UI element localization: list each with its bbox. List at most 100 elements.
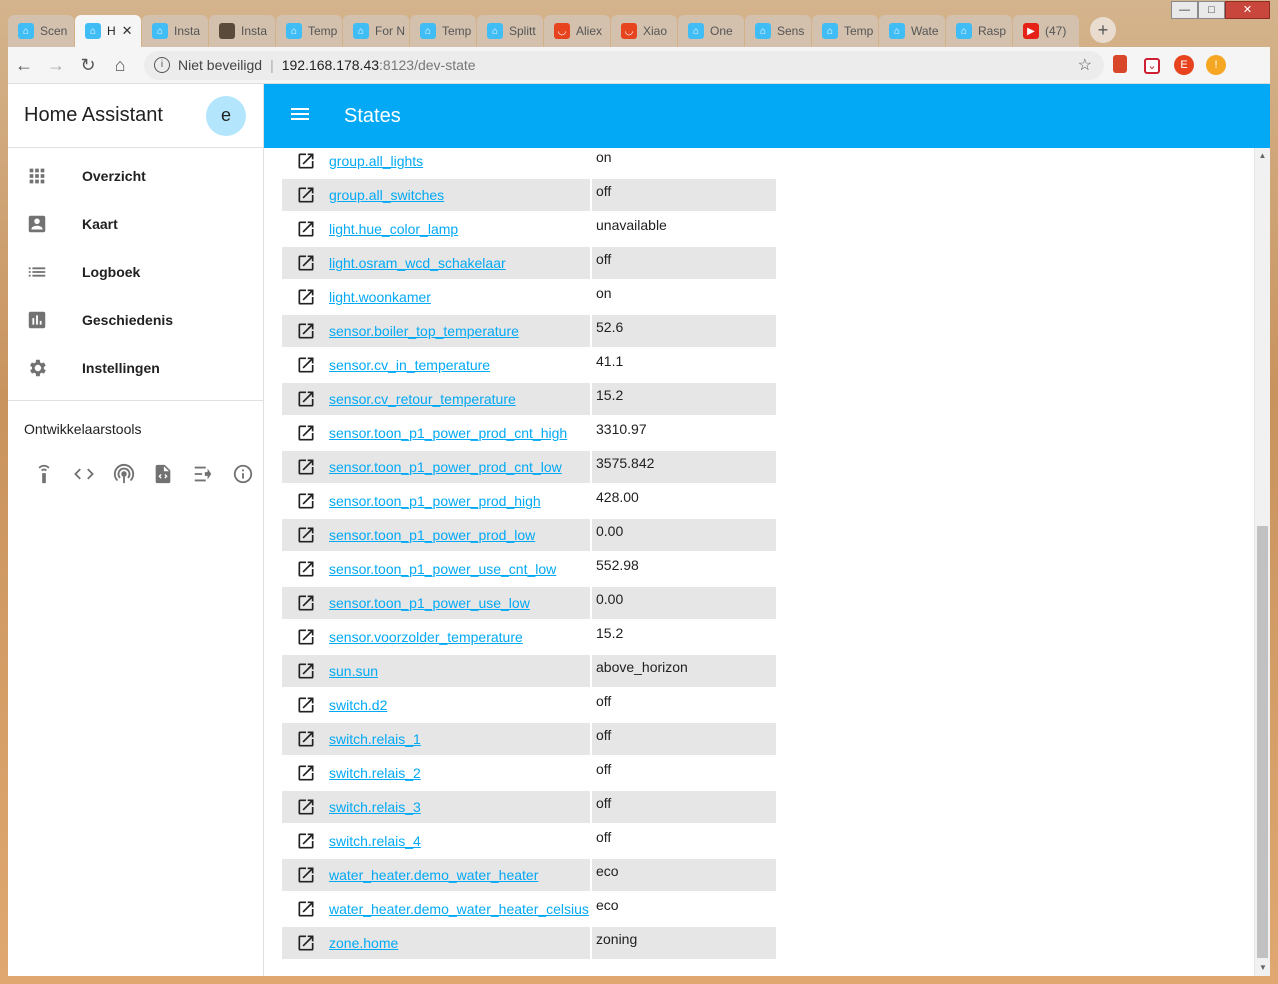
new-tab-button[interactable]: + (1090, 17, 1116, 43)
sidebar-item-instellingen[interactable]: Instellingen (8, 344, 263, 392)
code-icon[interactable] (64, 459, 104, 489)
entity-link[interactable]: water_heater.demo_water_heater (329, 867, 538, 883)
open-in-new-icon[interactable] (296, 525, 329, 545)
entity-link[interactable]: switch.relais_3 (329, 799, 421, 815)
extension-pocket-icon[interactable]: ⌄ (1136, 56, 1168, 74)
open-in-new-icon[interactable] (296, 219, 329, 239)
file-code-icon[interactable] (143, 459, 183, 489)
extension-office-icon[interactable] (1104, 54, 1136, 76)
open-in-new-icon[interactable] (296, 729, 329, 749)
entity-link[interactable]: sensor.boiler_top_temperature (329, 323, 519, 339)
open-in-new-icon[interactable] (296, 899, 329, 919)
browser-tab[interactable]: ◡ Aliex (544, 15, 610, 47)
browser-tab[interactable]: ⌂ Sens (745, 15, 811, 47)
open-in-new-icon[interactable] (296, 593, 329, 613)
mqtt-icon[interactable] (104, 459, 144, 489)
open-in-new-icon[interactable] (296, 491, 329, 511)
entity-link[interactable]: switch.relais_4 (329, 833, 421, 849)
bookmark-star-icon[interactable]: ☆ (1078, 55, 1092, 75)
forward-icon[interactable]: → (40, 55, 72, 76)
browser-tab[interactable]: ⌂ Insta (142, 15, 208, 47)
entity-cell: switch.relais_2 (282, 757, 590, 789)
entity-link[interactable]: sun.sun (329, 663, 378, 679)
open-in-new-icon[interactable] (296, 457, 329, 477)
entity-link[interactable]: switch.relais_2 (329, 765, 421, 781)
sidebar-item-kaart[interactable]: Kaart (8, 200, 263, 248)
entity-link[interactable]: sensor.toon_p1_power_prod_low (329, 527, 535, 543)
open-in-new-icon[interactable] (296, 695, 329, 715)
menu-icon[interactable] (288, 102, 312, 131)
entity-link[interactable]: light.woonkamer (329, 289, 431, 305)
remote-icon[interactable] (24, 459, 64, 489)
scroll-up-icon[interactable]: ▲ (1255, 148, 1270, 164)
reload-icon[interactable]: ↻ (72, 55, 104, 76)
browser-tab[interactable]: ◡ Xiao (611, 15, 677, 47)
update-warning-icon[interactable]: ! (1200, 55, 1232, 75)
avatar[interactable]: e (206, 95, 246, 136)
browser-tab[interactable]: ⌂ Wate (879, 15, 945, 47)
open-in-new-icon[interactable] (296, 831, 329, 851)
scroll-down-icon[interactable]: ▼ (1255, 960, 1271, 976)
scrollbar[interactable]: ▲ ▼ (1254, 148, 1270, 976)
info-icon[interactable]: i (154, 57, 170, 73)
entity-link[interactable]: sensor.cv_retour_temperature (329, 391, 516, 407)
browser-tab[interactable]: ⌂ Temp (276, 15, 342, 47)
entity-cell: water_heater.demo_water_heater_celsius (282, 893, 590, 925)
entity-cell: sensor.cv_retour_temperature (282, 383, 590, 415)
entity-link[interactable]: sensor.toon_p1_power_prod_high (329, 493, 541, 509)
entity-link[interactable]: water_heater.demo_water_heater_celsius (329, 901, 589, 917)
browser-tab[interactable]: ⌂ Splitt (477, 15, 543, 47)
open-in-new-icon[interactable] (296, 185, 329, 205)
browser-tab[interactable]: ⌂ Temp (812, 15, 878, 47)
browser-tab[interactable]: ⌂ Temp (410, 15, 476, 47)
browser-tab[interactable]: Insta (209, 15, 275, 47)
info-icon[interactable] (223, 459, 263, 489)
browser-tab[interactable]: ⌂ Scen (8, 15, 74, 47)
browser-tab[interactable]: ⌂ For N (343, 15, 409, 47)
entity-link[interactable]: sensor.cv_in_temperature (329, 357, 490, 373)
entity-link[interactable]: sensor.toon_p1_power_use_cnt_low (329, 561, 556, 577)
open-in-new-icon[interactable] (296, 559, 329, 579)
home-assistant-icon: ⌂ (956, 23, 972, 39)
home-icon[interactable]: ⌂ (104, 55, 136, 76)
entity-link[interactable]: light.hue_color_lamp (329, 221, 458, 237)
open-in-new-icon[interactable] (296, 253, 329, 273)
open-in-new-icon[interactable] (296, 627, 329, 647)
entity-link[interactable]: group.all_lights (329, 153, 423, 169)
table-row: sensor.voorzolder_temperature 15.2 (282, 621, 776, 655)
entity-link[interactable]: sensor.toon_p1_power_use_low (329, 595, 530, 611)
sidebar-item-overzicht[interactable]: Overzicht (8, 152, 263, 200)
browser-tab[interactable]: ▶ (47) (1013, 15, 1079, 47)
browser-tab[interactable]: ⌂ Rasp (946, 15, 1012, 47)
address-bar[interactable]: i Niet beveiligd | 192.168.178.43 :8123/… (144, 50, 1104, 80)
scroll-thumb[interactable] (1257, 526, 1268, 958)
open-in-new-icon[interactable] (296, 763, 329, 783)
browser-tab[interactable]: ⌂ One (678, 15, 744, 47)
logs-icon[interactable] (183, 459, 223, 489)
browser-tab[interactable]: ⌂ H ✕ (75, 15, 141, 47)
open-in-new-icon[interactable] (296, 933, 329, 953)
open-in-new-icon[interactable] (296, 865, 329, 885)
open-in-new-icon[interactable] (296, 661, 329, 681)
sidebar-item-logboek[interactable]: Logboek (8, 248, 263, 296)
entity-link[interactable]: switch.relais_1 (329, 731, 421, 747)
open-in-new-icon[interactable] (296, 389, 329, 409)
open-in-new-icon[interactable] (296, 797, 329, 817)
open-in-new-icon[interactable] (296, 423, 329, 443)
close-tab-icon[interactable]: ✕ (122, 23, 133, 39)
open-in-new-icon[interactable] (296, 287, 329, 307)
open-in-new-icon[interactable] (296, 151, 329, 171)
sidebar-item-geschiedenis[interactable]: Geschiedenis (8, 296, 263, 344)
entity-link[interactable]: sensor.voorzolder_temperature (329, 629, 523, 645)
entity-link[interactable]: light.osram_wcd_schakelaar (329, 255, 506, 271)
entity-link[interactable]: sensor.toon_p1_power_prod_cnt_high (329, 425, 567, 441)
entity-link[interactable]: group.all_switches (329, 187, 444, 203)
profile-avatar[interactable]: E (1168, 55, 1200, 75)
entity-link[interactable]: sensor.toon_p1_power_prod_cnt_low (329, 459, 562, 475)
youtube-icon: ▶ (1023, 23, 1039, 39)
entity-link[interactable]: switch.d2 (329, 697, 387, 713)
open-in-new-icon[interactable] (296, 355, 329, 375)
back-icon[interactable]: ← (8, 55, 40, 76)
entity-link[interactable]: zone.home (329, 935, 398, 951)
open-in-new-icon[interactable] (296, 321, 329, 341)
